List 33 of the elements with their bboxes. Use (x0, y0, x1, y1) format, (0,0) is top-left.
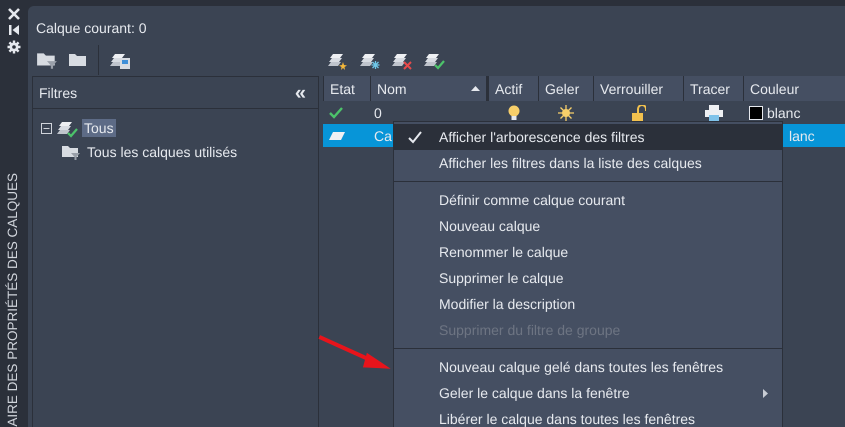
current-layer-label: Calque courant: 0 (36, 20, 147, 36)
unlocked-icon[interactable] (632, 104, 646, 120)
menu-item[interactable]: Geler le calque dans la fenêtre (394, 380, 782, 406)
layer-name: 0 (374, 104, 382, 120)
menu-item[interactable]: Définir comme calque courant (394, 187, 782, 213)
menu-item[interactable]: Nouveau calque (394, 213, 782, 239)
color-swatch[interactable] (749, 106, 763, 120)
layer-name: Ca (374, 128, 392, 144)
menu-item[interactable]: Renommer le calque (394, 239, 782, 265)
menu-item[interactable]: Libérer le calque dans toutes les fenêtres (394, 406, 782, 427)
folder-icon[interactable] (68, 51, 88, 69)
settings-icon[interactable] (7, 40, 21, 54)
menu-item[interactable]: Supprimer le calque (394, 265, 782, 291)
folder-filter-icon (61, 143, 81, 161)
tree-item[interactable]: Tous les calques utilisés (85, 143, 240, 161)
lightbulb-icon[interactable] (508, 104, 520, 120)
collapse-button[interactable]: « (292, 82, 308, 102)
menu-item[interactable]: Afficher les filtres dans la liste des calques (394, 150, 782, 176)
menu-item[interactable]: Afficher l'arborescence des filtres (394, 124, 782, 150)
tree-item[interactable]: Tous (82, 119, 116, 137)
menu-item[interactable]: Nouveau calque gelé dans toutes les fenêtres (394, 354, 782, 380)
collapse-icon[interactable] (8, 24, 20, 36)
color-name: blanc (767, 104, 800, 120)
sun-icon[interactable] (558, 104, 574, 120)
color-name: lanc (789, 128, 815, 144)
menu-item[interactable]: Modifier la description (394, 291, 782, 317)
filters-title: Filtres (39, 84, 78, 100)
close-icon[interactable] (8, 8, 20, 20)
printer-icon[interactable] (704, 104, 722, 120)
collapse-toggle-icon[interactable] (41, 122, 52, 134)
palette-title: AIRE DES PROPRIÉTÉS DES CALQUES (4, 173, 20, 427)
check-icon (329, 106, 343, 118)
layer-icon (329, 132, 345, 140)
